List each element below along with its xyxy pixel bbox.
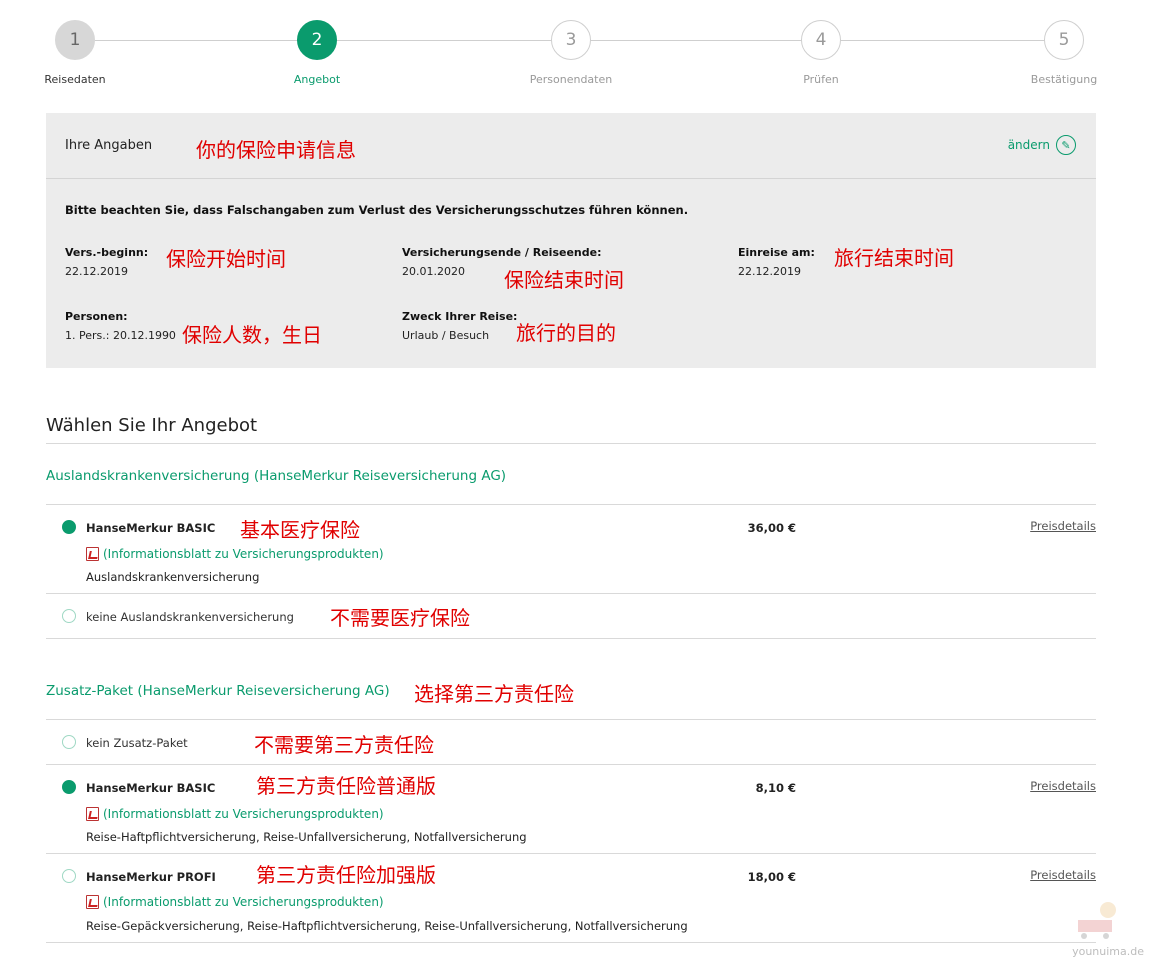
field-value: Urlaub / Besuch xyxy=(402,329,490,342)
field-label: Zweck Ihrer Reise: xyxy=(402,310,518,323)
option-name: HanseMerkur BASIC xyxy=(86,521,216,535)
option-health-none: keine Auslandskrankenversicherung 不需要医疗保… xyxy=(46,594,1096,638)
step-circle: 2 xyxy=(297,20,337,60)
watermark: younuima.de xyxy=(1064,898,1144,958)
info-link-label: (Informationsblatt zu Versicherungsprodu… xyxy=(103,547,384,561)
step-personendaten: 3 Personendaten xyxy=(521,20,621,86)
radio-health-none[interactable] xyxy=(62,609,76,623)
option-description: Reise-Gepäckversicherung, Reise-Haftpfli… xyxy=(86,919,688,933)
divider xyxy=(46,443,1096,444)
annotation-start: 保险开始时间 xyxy=(166,247,286,271)
field-label: Versicherungsende / Reiseende: xyxy=(402,246,602,259)
pdf-icon xyxy=(86,547,99,561)
option-description: Reise-Haftpflichtversicherung, Reise-Unf… xyxy=(86,830,527,844)
option-health-basic: HanseMerkur BASIC 基本医疗保险 (Informationsbl… xyxy=(46,505,1096,593)
option-price: 36,00 € xyxy=(747,521,796,535)
annotation-entry: 旅行结束时间 xyxy=(834,246,954,270)
annotation-addon-none: 不需要第三方责任险 xyxy=(254,733,434,757)
info-sheet-link[interactable]: (Informationsblatt zu Versicherungsprodu… xyxy=(86,895,384,909)
field-value: 22.12.2019 xyxy=(738,265,801,278)
pdf-icon xyxy=(86,895,99,909)
step-label: Bestätigung xyxy=(1030,73,1098,86)
annotation-health-none: 不需要医疗保险 xyxy=(330,606,470,630)
field-insurance-start: Vers.-beginn: 22.12.2019 xyxy=(65,246,148,278)
divider xyxy=(46,638,1096,639)
step-label: Prüfen xyxy=(803,73,839,86)
field-label: Personen: xyxy=(65,310,128,323)
option-description: Auslandskrankenversicherung xyxy=(86,570,260,584)
annotation-addon-profi: 第三方责任险加强版 xyxy=(256,863,436,887)
panel-title: Ihre Angaben xyxy=(65,138,153,153)
step-label: Personendaten xyxy=(529,73,613,86)
info-link-label: (Informationsblatt zu Versicherungsprodu… xyxy=(103,807,384,821)
notice-text: Bitte beachten Sie, dass Falschangaben z… xyxy=(65,203,689,217)
step-bestaetigung: 5 Bestätigung xyxy=(1014,20,1114,86)
option-price: 18,00 € xyxy=(747,870,796,884)
watermark-text: younuima.de xyxy=(1072,945,1144,958)
price-details-link[interactable]: Preisdetails xyxy=(1030,868,1096,882)
field-value: 1. Pers.: 20.12.1990 xyxy=(65,329,176,342)
step-circle: 3 xyxy=(551,20,591,60)
info-sheet-link[interactable]: (Informationsblatt zu Versicherungsprodu… xyxy=(86,807,384,821)
step-angebot: 2 Angebot xyxy=(267,20,367,86)
watermark-cart-icon xyxy=(1078,902,1116,939)
radio-addon-none[interactable] xyxy=(62,735,76,749)
radio-addon-basic[interactable] xyxy=(62,780,76,794)
step-circle: 1 xyxy=(55,20,95,60)
annotation-addon-group: 选择第三方责任险 xyxy=(414,682,574,706)
option-price: 8,10 € xyxy=(755,781,796,795)
option-addon-profi: HanseMerkur PROFI 第三方责任险加强版 (Information… xyxy=(46,854,1096,942)
price-details-link[interactable]: Preisdetails xyxy=(1030,779,1096,793)
pdf-icon xyxy=(86,807,99,821)
option-name: HanseMerkur BASIC xyxy=(86,781,216,795)
annotation-addon-basic: 第三方责任险普通版 xyxy=(256,774,436,798)
health-group-title: Auslandskrankenversicherung (HanseMerkur… xyxy=(46,468,507,484)
field-entry-date: Einreise am: 22.12.2019 xyxy=(738,246,815,278)
offer-section-title: Wählen Sie Ihr Angebot xyxy=(46,415,258,436)
info-sheet-link[interactable]: (Informationsblatt zu Versicherungsprodu… xyxy=(86,547,384,561)
annotation-purpose: 旅行的目的 xyxy=(516,321,616,345)
option-name: kein Zusatz-Paket xyxy=(86,736,188,750)
step-label: Angebot xyxy=(293,73,341,86)
option-name: keine Auslandskrankenversicherung xyxy=(86,610,294,624)
annotation-health-basic: 基本医疗保险 xyxy=(240,518,360,542)
pencil-icon: ✎ xyxy=(1056,135,1076,155)
edit-button[interactable]: ändern ✎ xyxy=(1008,135,1076,155)
annotation-panel-title: 你的保险申请信息 xyxy=(196,138,356,162)
field-persons: Personen: 1. Pers.: 20.12.1990 xyxy=(65,310,176,342)
your-details-panel: Ihre Angaben 你的保险申请信息 ändern ✎ Bitte bea… xyxy=(46,113,1096,368)
panel-header: Ihre Angaben 你的保险申请信息 ändern ✎ xyxy=(46,113,1096,179)
field-label: Vers.-beginn: xyxy=(65,246,149,259)
step-circle: 4 xyxy=(801,20,841,60)
field-label: Einreise am: xyxy=(738,246,815,259)
option-addon-basic: HanseMerkur BASIC 第三方责任险普通版 (Information… xyxy=(46,765,1096,853)
field-value: 22.12.2019 xyxy=(65,265,128,278)
divider xyxy=(46,942,1096,943)
step-pruefen: 4 Prüfen xyxy=(771,20,871,86)
step-circle: 5 xyxy=(1044,20,1084,60)
radio-health-basic[interactable] xyxy=(62,520,76,534)
radio-addon-profi[interactable] xyxy=(62,869,76,883)
edit-label: ändern xyxy=(1007,138,1050,152)
progress-stepper: 1 Reisedaten 2 Angebot 3 Personendaten 4… xyxy=(0,0,1152,100)
annotation-persons: 保险人数，生日 xyxy=(182,323,322,347)
step-label: Reisedaten xyxy=(44,73,106,86)
field-travel-purpose: Zweck Ihrer Reise: Urlaub / Besuch xyxy=(402,310,517,342)
annotation-end: 保险结束时间 xyxy=(504,268,624,292)
option-addon-none: kein Zusatz-Paket 不需要第三方责任险 xyxy=(46,720,1096,764)
price-details-link[interactable]: Preisdetails xyxy=(1030,519,1096,533)
step-reisedaten[interactable]: 1 Reisedaten xyxy=(25,20,125,86)
addon-group-title: Zusatz-Paket (HanseMerkur Reiseversicher… xyxy=(46,683,390,699)
info-link-label: (Informationsblatt zu Versicherungsprodu… xyxy=(103,895,384,909)
option-name: HanseMerkur PROFI xyxy=(86,870,216,884)
